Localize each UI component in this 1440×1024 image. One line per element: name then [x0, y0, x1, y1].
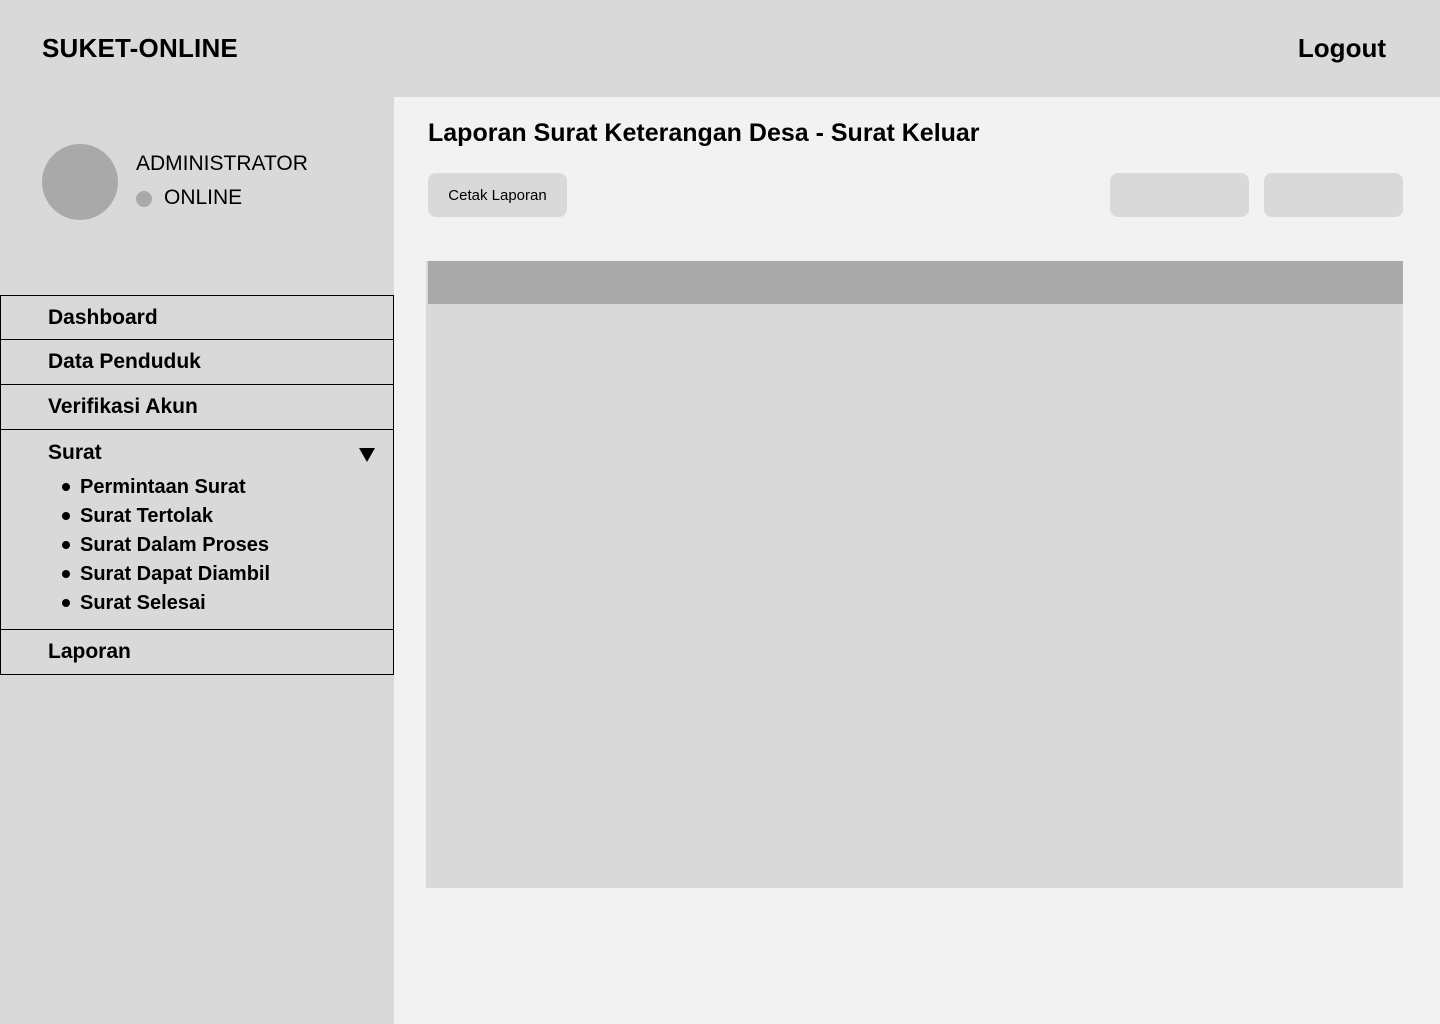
- submenu-item-label: Surat Dapat Diambil: [80, 563, 271, 585]
- sidebar-item-verifikasi-akun[interactable]: Verifikasi Akun: [0, 385, 394, 430]
- user-name: ADMINISTRATOR: [136, 152, 308, 175]
- avatar: [42, 144, 118, 220]
- sidebar-item-laporan[interactable]: Laporan: [0, 630, 394, 675]
- user-status: ONLINE: [164, 186, 243, 209]
- submenu-item-label: Surat Tertolak: [80, 505, 213, 527]
- bullet-icon: [62, 483, 70, 491]
- submenu-item-label: Surat Dalam Proses: [80, 534, 269, 556]
- report-table: [426, 261, 1403, 888]
- submenu-item-surat-tertolak[interactable]: Surat Tertolak: [61, 503, 270, 532]
- submenu-item-permintaan-surat[interactable]: Permintaan Surat: [61, 474, 270, 503]
- sidebar-item-label: Laporan: [48, 640, 131, 663]
- logout-button[interactable]: Logout: [1298, 33, 1386, 64]
- bullet-icon: [62, 570, 70, 578]
- filter-button-1[interactable]: [1110, 173, 1249, 217]
- submenu-item-surat-dalam-proses[interactable]: Surat Dalam Proses: [61, 532, 270, 561]
- table-header: [428, 261, 1403, 304]
- print-report-button[interactable]: Cetak Laporan: [428, 173, 567, 217]
- submenu-item-label: Permintaan Surat: [80, 476, 246, 498]
- submenu-item-surat-selesai[interactable]: Surat Selesai: [61, 590, 270, 619]
- filter-button-2[interactable]: [1264, 173, 1403, 217]
- sidebar-group-surat: Surat Permintaan Surat Surat Tertolak Su…: [0, 430, 394, 630]
- bullet-icon: [62, 512, 70, 520]
- submenu-item-surat-dapat-diambil[interactable]: Surat Dapat Diambil: [61, 561, 270, 590]
- page-title: Laporan Surat Keterangan Desa - Surat Ke…: [428, 119, 980, 147]
- sidebar-item-label: Dashboard: [48, 306, 158, 329]
- submenu-list: Permintaan Surat Surat Tertolak Surat Da…: [61, 474, 270, 619]
- top-bar: SUKET-ONLINE Logout: [0, 0, 1440, 97]
- app-brand: SUKET-ONLINE: [42, 33, 238, 63]
- submenu-item-label: Surat Selesai: [80, 592, 206, 614]
- sidebar-item-dashboard[interactable]: Dashboard: [0, 295, 394, 340]
- status-indicator-icon: [136, 191, 152, 207]
- bullet-icon: [62, 599, 70, 607]
- sidebar-item-label: Data Penduduk: [48, 350, 201, 373]
- sidebar-item-data-penduduk[interactable]: Data Penduduk: [0, 340, 394, 385]
- sidebar-menu: Dashboard Data Penduduk Verifikasi Akun …: [0, 295, 394, 675]
- chevron-down-icon[interactable]: [359, 448, 375, 462]
- sidebar: ADMINISTRATOR ONLINE Dashboard Data Pend…: [0, 97, 394, 1024]
- sidebar-group-label[interactable]: Surat: [48, 441, 102, 465]
- bullet-icon: [62, 541, 70, 549]
- sidebar-item-label: Verifikasi Akun: [48, 395, 198, 418]
